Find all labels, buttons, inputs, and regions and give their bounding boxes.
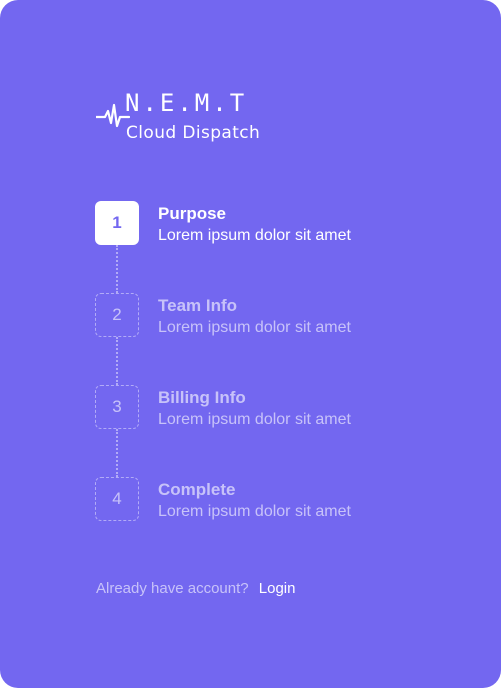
logo: N.E.M.T Cloud Dispatch: [96, 89, 296, 150]
step-description: Lorem ipsum dolor sit amet: [158, 411, 351, 428]
account-footer: Already have account? Login: [96, 580, 295, 597]
brand-name: N.E.M.T: [125, 89, 248, 117]
step-connector: [116, 245, 118, 293]
step-title: Billing Info: [158, 388, 246, 407]
step-team-info[interactable]: 2 Team Info Lorem ipsum dolor sit amet: [95, 293, 425, 339]
account-question: Already have account?: [96, 580, 249, 597]
brand-subtitle: Cloud Dispatch: [126, 123, 261, 143]
step-title: Team Info: [158, 296, 238, 315]
step-connector: [116, 429, 118, 477]
step-description: Lorem ipsum dolor sit amet: [158, 319, 351, 336]
step-description: Lorem ipsum dolor sit amet: [158, 503, 351, 520]
step-billing-info[interactable]: 3 Billing Info Lorem ipsum dolor sit ame…: [95, 385, 425, 431]
step-complete[interactable]: 4 Complete Lorem ipsum dolor sit amet: [95, 477, 425, 523]
stepper-panel: N.E.M.T Cloud Dispatch 1 Purpose Lorem i…: [0, 0, 501, 688]
step-number: 2: [95, 293, 139, 337]
step-purpose[interactable]: 1 Purpose Lorem ipsum dolor sit amet: [95, 201, 425, 247]
step-connector: [116, 337, 118, 385]
step-description: Lorem ipsum dolor sit amet: [158, 227, 351, 244]
step-title: Purpose: [158, 204, 227, 223]
login-link[interactable]: Login: [259, 580, 296, 597]
step-number: 4: [95, 477, 139, 521]
step-title: Complete: [158, 480, 236, 499]
step-number: 1: [95, 201, 139, 245]
step-number: 3: [95, 385, 139, 429]
